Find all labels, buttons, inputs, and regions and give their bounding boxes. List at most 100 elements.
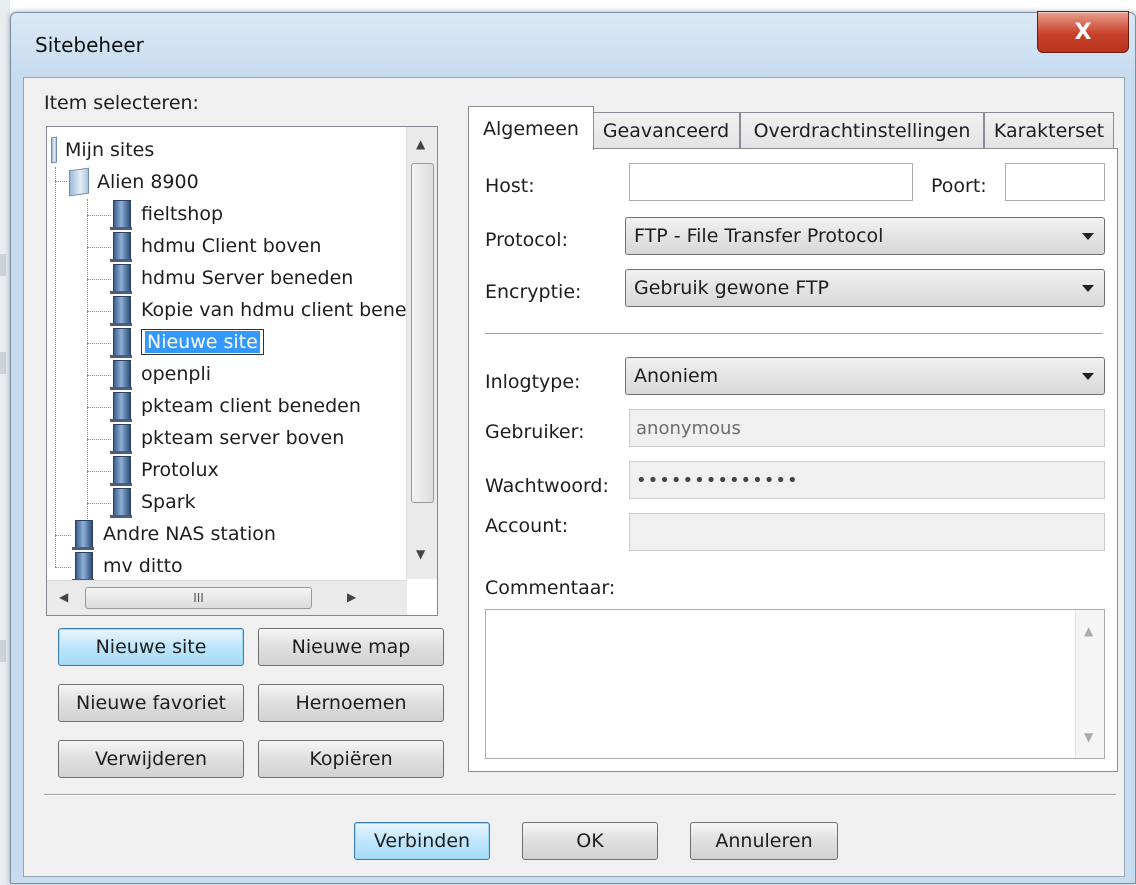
tree-item-label: Kopie van hdmu client bene [141,299,407,321]
tree-item-label: Andre NAS station [103,523,276,545]
server-icon [110,328,132,358]
tree-horizontal-scrollbar[interactable]: ◀ III ▶ [47,580,407,615]
chevron-down-icon [1082,285,1094,292]
server-icon [72,552,94,582]
background-window-edge [0,0,10,885]
tab-advanced[interactable]: Geavanceerd [592,112,740,148]
chevron-down-icon [1082,233,1094,240]
tree-item-site[interactable]: fieltshop [110,199,224,230]
tree-label: Item selecteren: [44,92,199,114]
tree-connector [87,503,111,504]
tree-connector [87,279,111,280]
site-manager-window: Sitebeheer X Item selecteren: Mijn sites… [10,11,1136,884]
scroll-up-icon[interactable]: ▲ [1084,624,1093,638]
new-bookmark-button[interactable]: Nieuwe favoriet [58,684,244,722]
server-icon [110,424,132,454]
tree-item-label: fieltshop [141,203,224,225]
tree-item-site[interactable]: hdmu Client boven [110,231,322,262]
scroll-up-icon[interactable]: ▲ [416,137,425,151]
account-input[interactable] [629,513,1105,551]
tree-connector [55,567,71,568]
tree-vertical-scrollbar[interactable]: ▲ ▼ [406,127,437,579]
server-icon [110,488,132,518]
user-input[interactable]: anonymous [629,409,1105,447]
site-tree[interactable]: Mijn sites Alien 8900 fieltshop hdmu Cli… [46,126,438,616]
separator [485,333,1103,335]
tree-connector [87,215,111,216]
tree-connector [55,535,71,536]
tree-item-label: pkteam server boven [141,427,345,449]
copy-button[interactable]: Kopiëren [258,740,444,778]
user-label: Gebruiker: [485,421,585,443]
tree-item-site[interactable]: Protolux [110,455,219,486]
connect-button[interactable]: Verbinden [354,822,490,860]
comments-scrollbar[interactable]: ▲ ▼ [1075,610,1104,758]
tree-connector [55,181,67,182]
server-icon [110,456,132,486]
ok-button[interactable]: OK [522,822,658,860]
tree-item-label: openpli [141,363,212,385]
server-icon [110,264,132,294]
tree-item-label: hdmu Client boven [141,235,322,257]
scroll-right-icon[interactable]: ▶ [347,590,356,604]
tree-item-label: Mijn sites [65,139,155,161]
general-tab-panel: Host: Poort: Protocol: FTP - File Transf… [468,148,1118,772]
protocol-select[interactable]: FTP - File Transfer Protocol [625,217,1105,255]
tree-vertical-scroll-thumb[interactable] [411,163,434,503]
server-icon [110,232,132,262]
tree-connector [87,343,111,344]
host-label: Host: [485,175,535,197]
scroll-grip-icon: III [193,591,204,605]
encryption-select[interactable]: Gebruik gewone FTP [625,269,1105,307]
tree-item-site[interactable]: Kopie van hdmu client bene [110,295,407,326]
tree-item-label: pkteam client beneden [141,395,361,417]
password-input[interactable]: •••••••••••••• [629,461,1105,499]
account-label: Account: [485,515,569,537]
logon-type-label: Inlogtype: [485,371,581,393]
host-input[interactable] [629,163,913,201]
new-folder-button[interactable]: Nieuwe map [258,628,444,666]
tree-item-label: Spark [141,491,196,513]
encryption-value: Gebruik gewone FTP [634,277,829,299]
protocol-value: FTP - File Transfer Protocol [634,225,884,247]
tree-item-site[interactable]: Andre NAS station [72,519,276,550]
tree-item-root[interactable]: Mijn sites [51,135,154,165]
dialog-client-area: Item selecteren: Mijn sites Alien 8900 f… [23,77,1125,877]
tree-item-group[interactable]: Alien 8900 [69,167,199,197]
tree-item-site[interactable]: openpli [110,359,212,390]
logon-type-select[interactable]: Anoniem [625,357,1105,395]
protocol-label: Protocol: [485,229,568,251]
folder-open-icon [69,167,89,197]
tree-item-site[interactable]: pkteam client beneden [110,391,361,422]
tree-item-site[interactable]: hdmu Server beneden [110,263,354,294]
port-input[interactable] [1005,163,1105,201]
server-icon [110,360,132,390]
tab-general[interactable]: Algemeen [468,106,594,150]
rename-edit-box[interactable]: Nieuwe site [141,329,264,355]
scroll-down-icon[interactable]: ▼ [416,547,425,561]
server-icon [110,200,132,230]
server-icon [110,296,132,326]
tab-charset[interactable]: Karakterset [984,112,1114,148]
server-icon [110,392,132,422]
logon-type-value: Anoniem [634,365,719,387]
comments-textarea[interactable]: ▲ ▼ [485,609,1105,759]
tree-item-label: hdmu Server beneden [141,267,354,289]
rename-button[interactable]: Hernoemen [258,684,444,722]
close-button[interactable]: X [1037,11,1129,53]
delete-button[interactable]: Verwijderen [58,740,244,778]
cancel-button[interactable]: Annuleren [690,822,838,860]
scroll-down-icon[interactable]: ▼ [1084,730,1093,744]
comments-label: Commentaar: [485,577,616,599]
tab-transfer-settings[interactable]: Overdrachtinstellingen [740,112,984,148]
tree-item-site[interactable]: mv ditto [72,551,183,582]
tree-item-site[interactable]: Spark [110,487,196,518]
window-title: Sitebeheer [35,33,144,57]
tree-item-site[interactable]: pkteam server boven [110,423,345,454]
scroll-left-icon[interactable]: ◀ [59,590,68,604]
new-site-button[interactable]: Nieuwe site [58,628,244,666]
tree-horizontal-scroll-thumb[interactable]: III [85,587,312,609]
tree-item-site-selected[interactable]: Nieuwe site [110,327,264,358]
tree-connector [87,439,111,440]
background-mark [0,640,6,662]
